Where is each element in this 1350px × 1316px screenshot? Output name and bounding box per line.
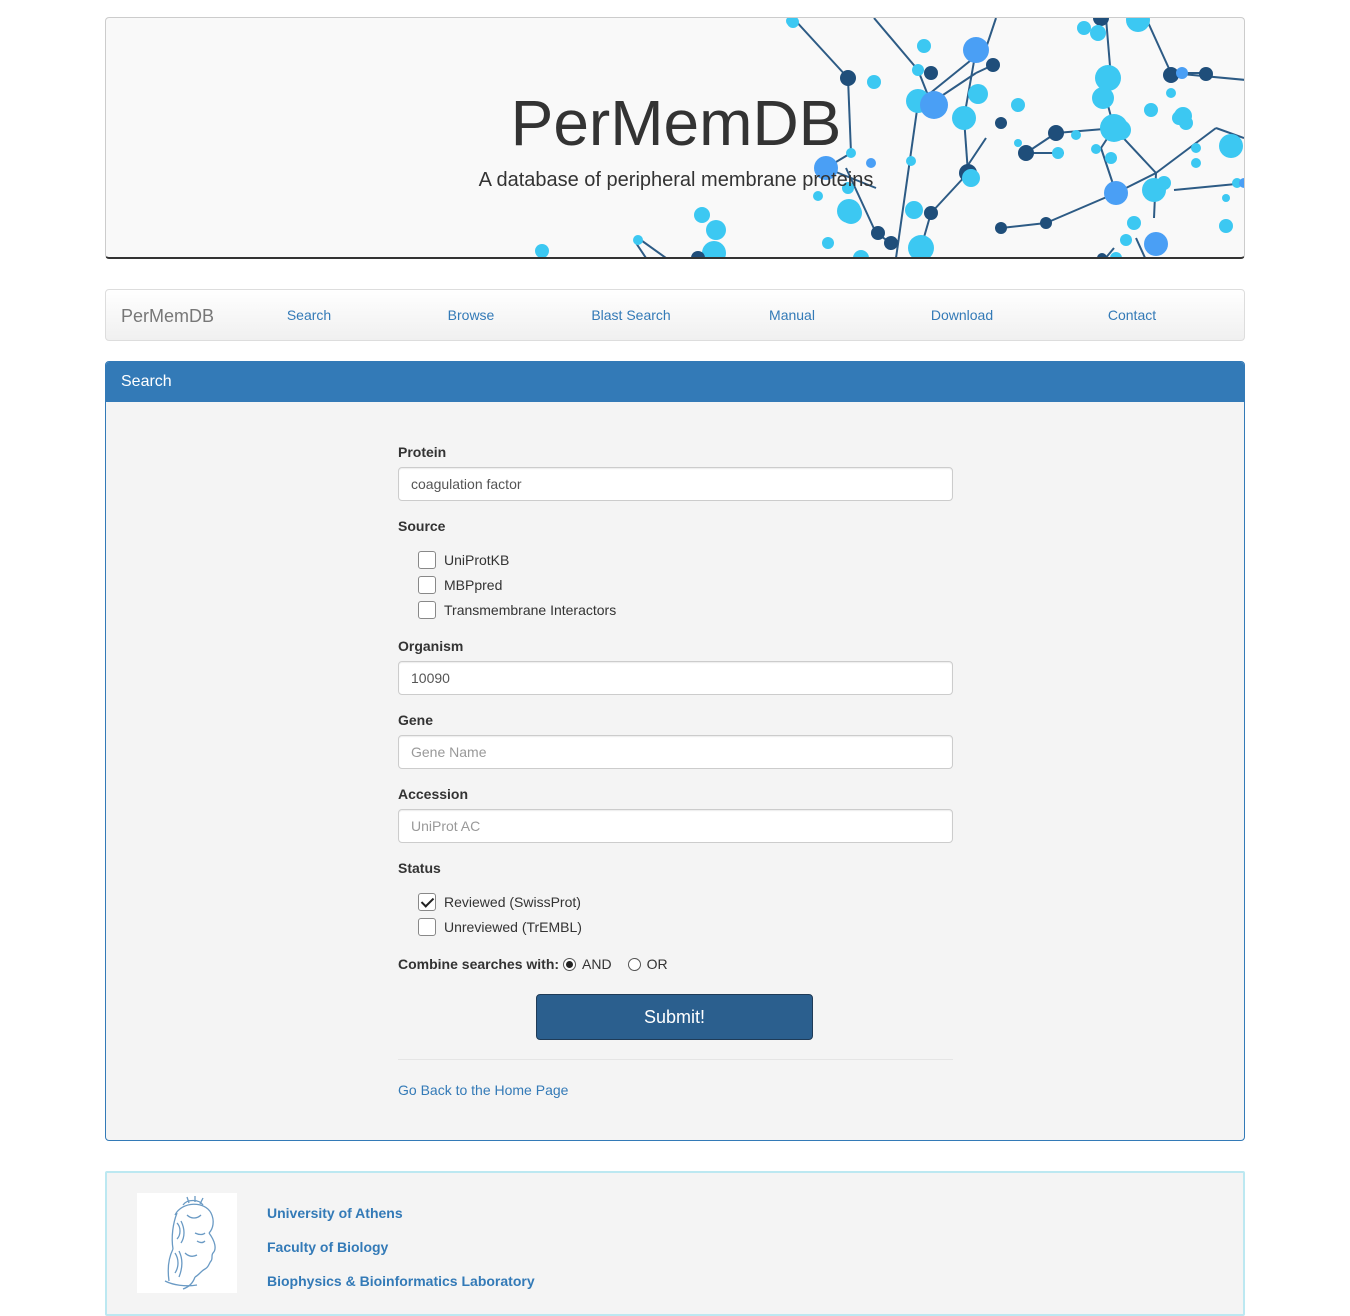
nav-browse[interactable]: Browse [448, 307, 495, 323]
and-label: AND [582, 956, 612, 972]
status-unreviewed-option[interactable]: Unreviewed (TrEMBL) [418, 917, 582, 937]
footer-university[interactable]: University of Athens [267, 1205, 403, 1221]
accession-label: Accession [398, 786, 469, 802]
or-radio[interactable] [627, 957, 641, 971]
footer-lab[interactable]: Biophysics & Bioinformatics Laboratory [267, 1273, 535, 1289]
back-home-link[interactable]: Go Back to the Home Page [398, 1082, 568, 1098]
site-subtitle: A database of peripheral membrane protei… [478, 169, 874, 191]
nav-download[interactable]: Download [931, 307, 993, 323]
search-panel: Search Protein Source UniProtKB MBPpred … [105, 361, 1245, 1141]
source-uniprotkb-option[interactable]: UniProtKB [418, 550, 509, 570]
protein-label: Protein [398, 444, 447, 460]
source-transmembrane-option[interactable]: Transmembrane Interactors [418, 600, 616, 620]
unreviewed-label: Unreviewed (TrEMBL) [444, 919, 582, 935]
reviewed-label: Reviewed (SwissProt) [444, 894, 581, 910]
header-banner: PerMemDB A database of peripheral membra… [105, 17, 1245, 259]
uniprotkb-checkbox[interactable] [418, 551, 436, 569]
reviewed-checkbox[interactable] [418, 893, 436, 911]
status-label: Status [398, 860, 441, 876]
and-radio[interactable] [563, 957, 577, 971]
submit-button[interactable]: Submit! [536, 994, 813, 1040]
nav-manual[interactable]: Manual [769, 307, 815, 323]
site-title: PerMemDB [510, 87, 842, 159]
unreviewed-checkbox[interactable] [418, 918, 436, 936]
top-navbar: PerMemDB Search Browse Blast Search Manu… [105, 289, 1245, 341]
status-reviewed-option[interactable]: Reviewed (SwissProt) [418, 892, 581, 912]
organism-input[interactable] [398, 661, 953, 695]
gene-label: Gene [398, 712, 434, 728]
organism-label: Organism [398, 638, 464, 654]
navbar-brand[interactable]: PerMemDB [121, 306, 214, 327]
nav-search[interactable]: Search [287, 307, 331, 323]
source-mbppred-option[interactable]: MBPpred [418, 575, 502, 595]
nav-contact[interactable]: Contact [1108, 307, 1156, 323]
divider [398, 1059, 953, 1060]
transmembrane-interactors-checkbox[interactable] [418, 601, 436, 619]
source-label: Source [398, 518, 446, 534]
combine-label: Combine searches with: [398, 956, 560, 972]
gene-input[interactable] [398, 735, 953, 769]
combine-searches-row: Combine searches with: AND OR [398, 956, 668, 972]
mbppred-label: MBPpred [444, 577, 503, 593]
athena-head-logo-icon [137, 1193, 237, 1293]
accession-input[interactable] [398, 809, 953, 843]
transmembrane-interactors-label: Transmembrane Interactors [444, 602, 617, 618]
nav-blast-search[interactable]: Blast Search [591, 307, 670, 323]
or-label: OR [646, 956, 668, 972]
uniprotkb-label: UniProtKB [444, 552, 510, 568]
panel-title: Search [106, 362, 1244, 402]
footer: University of Athens Faculty of Biology … [105, 1171, 1245, 1316]
protein-input[interactable] [398, 467, 953, 501]
footer-faculty[interactable]: Faculty of Biology [267, 1239, 388, 1255]
mbppred-checkbox[interactable] [418, 576, 436, 594]
